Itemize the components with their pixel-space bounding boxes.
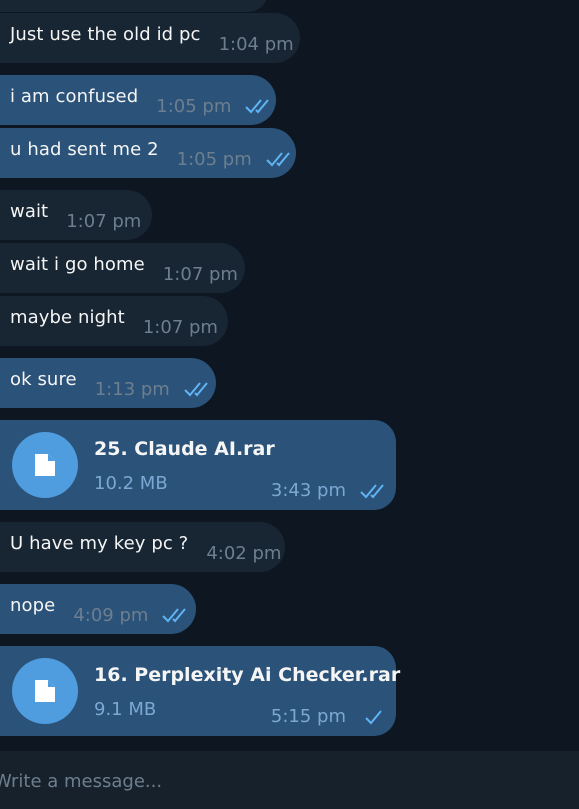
message-bubble[interactable]: wait 1:07 pm [0, 190, 152, 240]
message-bubble[interactable]: Just use the old id pc 1:04 pm [0, 13, 300, 63]
file-message[interactable]: 25. Claude AI.rar 10.2 MB 3:43 pm [0, 420, 396, 510]
message-text: u had sent me 2 [10, 138, 159, 160]
message-bubble[interactable]: wait i go home 1:07 pm [0, 243, 245, 293]
file-size: 10.2 MB [94, 473, 168, 494]
single-check-icon [365, 709, 382, 724]
chat-history: Just use the old id pc 1:04 pm i am conf… [0, 0, 579, 809]
message-time: 1:04 pm [218, 33, 294, 55]
message-time: 1:05 pm [156, 95, 232, 117]
message-time: 1:07 pm [66, 210, 142, 232]
message-time: 1:05 pm [176, 148, 252, 170]
message-time: 3:43 pm [270, 480, 346, 501]
file-size: 9.1 MB [94, 699, 157, 720]
message-time: 1:13 pm [94, 378, 170, 400]
file-icon [35, 680, 55, 702]
message-bubble-partial[interactable] [0, 0, 268, 12]
message-input[interactable] [0, 765, 556, 797]
message-bubble[interactable]: u had sent me 2 1:05 pm [0, 128, 296, 178]
message-time: 4:02 pm [206, 542, 282, 564]
message-bubble[interactable]: i am confused 1:05 pm [0, 75, 276, 125]
message-text: maybe night [10, 306, 125, 328]
message-text: nope [10, 594, 56, 616]
file-download-button[interactable] [12, 658, 78, 724]
message-time: 1:07 pm [142, 316, 218, 338]
file-name: 16. Perplexity Ai Checker.rar [94, 664, 401, 686]
message-bubble[interactable]: nope 4:09 pm [0, 584, 196, 634]
message-text: Just use the old id pc [10, 23, 201, 45]
message-time: 1:07 pm [162, 263, 238, 285]
file-icon [35, 454, 55, 476]
double-check-icon [266, 152, 290, 167]
message-time: 5:15 pm [270, 706, 346, 727]
double-check-icon [162, 608, 187, 623]
file-name: 25. Claude AI.rar [94, 438, 275, 460]
message-text: ok sure [10, 368, 77, 390]
message-time: 4:09 pm [73, 604, 149, 626]
double-check-icon [360, 483, 384, 498]
message-text: U have my key pc ? [10, 532, 189, 554]
message-bubble[interactable]: ok sure 1:13 pm [0, 358, 216, 408]
message-bubble[interactable]: U have my key pc ? 4:02 pm [0, 522, 285, 572]
message-text: wait i go home [10, 253, 145, 275]
file-download-button[interactable] [12, 432, 78, 498]
message-text: i am confused [10, 85, 139, 107]
double-check-icon [245, 99, 270, 114]
double-check-icon [184, 382, 208, 397]
file-message[interactable]: 16. Perplexity Ai Checker.rar 9.1 MB 5:1… [0, 646, 400, 736]
message-bubble[interactable]: maybe night 1:07 pm [0, 296, 228, 346]
message-composer [0, 751, 579, 809]
message-text: wait [10, 200, 49, 222]
